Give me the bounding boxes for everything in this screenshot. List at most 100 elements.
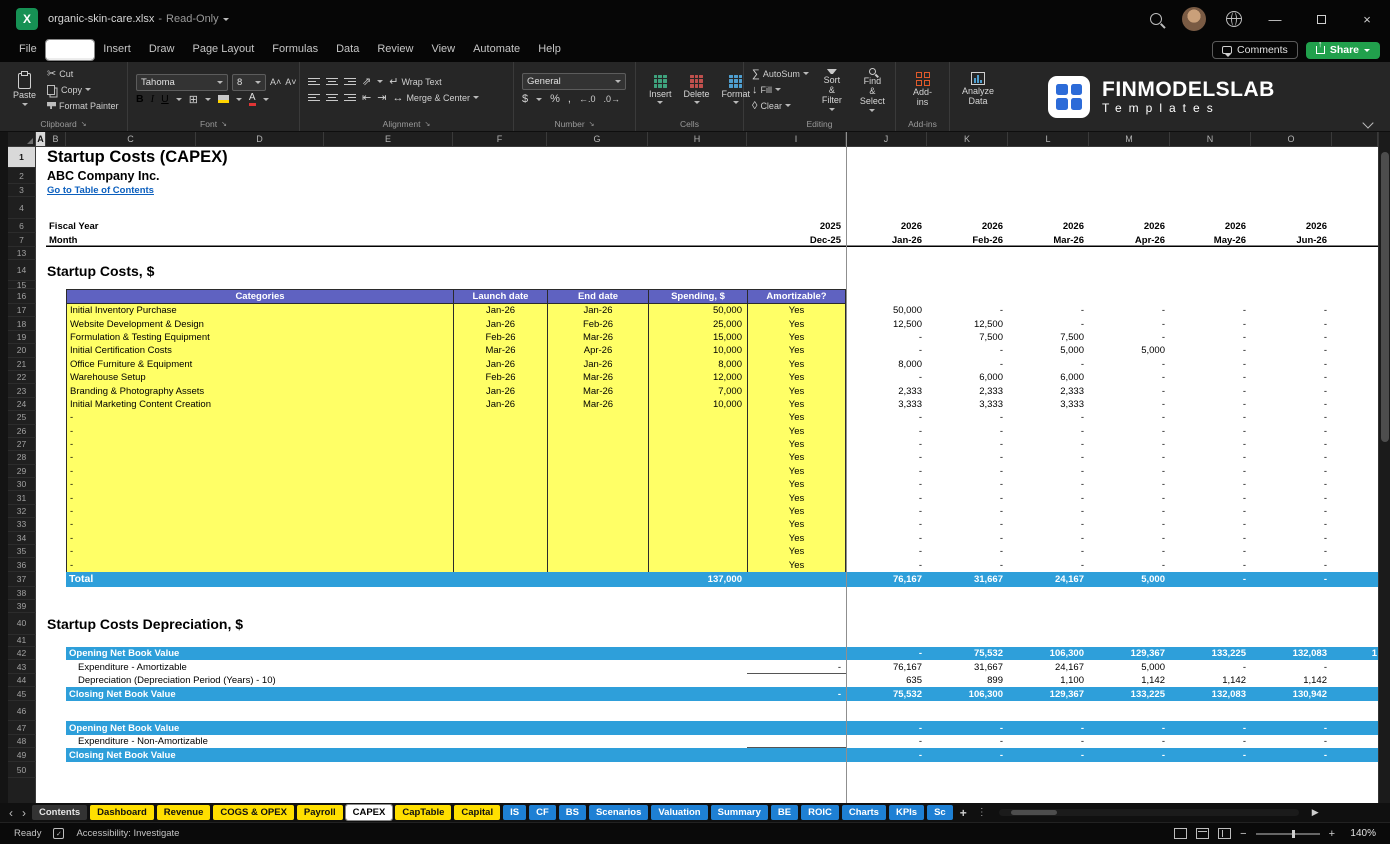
sheet-tab[interactable]: CapTable — [395, 805, 452, 820]
menu-item[interactable]: Data — [327, 40, 368, 60]
end-date-cell[interactable] — [547, 424, 648, 438]
row-number[interactable]: 23 — [8, 384, 36, 398]
category-cell[interactable]: Initial Inventory Purchase — [66, 304, 453, 318]
top-align-icon[interactable] — [308, 77, 320, 86]
cell[interactable]: - — [1008, 518, 1089, 531]
end-date-cell[interactable] — [547, 464, 648, 479]
cell[interactable] — [747, 735, 846, 749]
cell[interactable]: - — [1170, 358, 1251, 371]
cell[interactable] — [46, 411, 66, 424]
amortizable-cell[interactable]: Yes — [747, 304, 846, 318]
cell[interactable]: O — [1251, 132, 1332, 147]
cell[interactable]: 50,000 — [846, 304, 927, 317]
fiscal-year-label[interactable]: Fiscal Year — [46, 219, 747, 233]
cell[interactable] — [36, 371, 46, 384]
cell[interactable]: J — [846, 132, 927, 147]
cell[interactable]: H — [648, 132, 747, 147]
row-number[interactable]: 27 — [8, 437, 36, 452]
cell[interactable]: 106,300 — [927, 687, 1008, 702]
category-cell[interactable]: - — [66, 504, 453, 519]
sheet-tab[interactable]: Sc — [927, 805, 953, 820]
cell[interactable]: 40 — [8, 612, 36, 635]
cell[interactable] — [36, 219, 46, 233]
end-date-cell[interactable] — [547, 491, 648, 505]
find-select-button[interactable]: Find & Select — [855, 66, 890, 114]
zoom-out-button[interactable]: − — [1240, 828, 1246, 840]
launch-date-cell[interactable] — [453, 437, 547, 452]
cell[interactable]: 132,083 — [1170, 687, 1251, 702]
amortizable-cell[interactable]: Yes — [747, 558, 846, 572]
sheet-tab[interactable]: Summary — [710, 805, 768, 820]
amortizable-cell[interactable]: Yes — [747, 411, 846, 425]
cell[interactable] — [46, 317, 66, 330]
launch-date-cell[interactable]: Mar-26 — [453, 344, 547, 358]
cell[interactable]: May-26 — [1170, 233, 1251, 247]
cell[interactable]: - — [927, 721, 1008, 735]
cell[interactable] — [36, 260, 46, 281]
cell[interactable]: 7,500 — [1008, 331, 1089, 344]
cell[interactable]: 8,000 — [846, 358, 927, 371]
cell[interactable] — [547, 571, 648, 587]
sheet-title[interactable]: Startup Costs (CAPEX) — [46, 147, 1378, 168]
cell[interactable] — [1332, 687, 1378, 702]
middle-align-icon[interactable] — [326, 77, 338, 86]
cell[interactable] — [36, 304, 46, 317]
row-number[interactable]: 34 — [8, 531, 36, 546]
cell[interactable]: - — [1089, 558, 1170, 571]
format-painter-button[interactable]: Format Painter — [47, 99, 119, 113]
bold-button[interactable]: B — [136, 93, 144, 105]
cell[interactable]: C — [66, 132, 196, 147]
cell[interactable]: - — [1251, 465, 1332, 478]
amortizable-cell[interactable]: Yes — [747, 491, 846, 505]
row-number[interactable]: 31 — [8, 491, 36, 505]
cell[interactable]: - — [846, 558, 927, 571]
cell[interactable]: Dec-25 — [747, 233, 846, 247]
category-cell[interactable]: - — [66, 451, 453, 465]
end-date-cell[interactable]: Feb-26 — [547, 317, 648, 331]
cell[interactable]: - — [1089, 491, 1170, 504]
align-right-icon[interactable] — [344, 93, 356, 102]
spending-cell[interactable] — [648, 424, 747, 438]
cell[interactable]: - — [927, 748, 1008, 763]
menu-item[interactable]: Review — [368, 40, 422, 60]
spending-cell[interactable]: 12,000 — [648, 370, 747, 385]
cell[interactable] — [46, 635, 1378, 647]
cell[interactable] — [1332, 505, 1378, 518]
sheet-tab[interactable]: Contents — [32, 805, 88, 820]
zoom-level[interactable]: 140% — [1344, 828, 1376, 839]
spending-cell[interactable] — [648, 504, 747, 519]
cell[interactable] — [46, 289, 66, 304]
cell[interactable]: - — [927, 304, 1008, 317]
category-cell[interactable]: - — [66, 411, 453, 425]
cell[interactable]: - — [846, 532, 927, 545]
cell[interactable] — [36, 425, 46, 438]
cell[interactable]: 2026 — [1008, 219, 1089, 233]
cell[interactable]: 47 — [8, 721, 36, 735]
cell[interactable]: - — [1251, 304, 1332, 317]
cell[interactable]: 15 — [8, 281, 36, 289]
sheet-tab[interactable]: BS — [558, 805, 586, 820]
cell[interactable]: F — [453, 132, 547, 147]
amortizable-cell[interactable]: Yes — [747, 504, 846, 519]
amortizable-cell[interactable]: Yes — [747, 330, 846, 345]
avatar[interactable] — [1182, 7, 1206, 31]
copy-button[interactable]: Copy — [47, 83, 119, 97]
cell[interactable] — [46, 687, 66, 701]
next-sheet-icon[interactable]: › — [19, 806, 29, 820]
cell[interactable]: - — [1089, 358, 1170, 371]
new-sheet-button[interactable]: + — [956, 806, 971, 820]
cell[interactable]: - — [1251, 491, 1332, 504]
cell[interactable]: - — [1008, 425, 1089, 438]
cell[interactable] — [36, 465, 46, 478]
cell[interactable] — [1332, 451, 1378, 464]
cell[interactable]: - — [1170, 748, 1251, 763]
spending-cell[interactable] — [648, 411, 747, 425]
cell[interactable]: 1 — [1332, 646, 1378, 661]
category-cell[interactable]: - — [66, 491, 453, 505]
launch-date-cell[interactable] — [453, 545, 547, 559]
cell[interactable]: 129,367 — [1008, 687, 1089, 702]
cell[interactable]: 2026 — [1170, 219, 1251, 233]
cell[interactable] — [36, 247, 46, 260]
cell[interactable] — [46, 384, 66, 397]
autosum-button[interactable]: ∑ AutoSum — [752, 67, 809, 81]
